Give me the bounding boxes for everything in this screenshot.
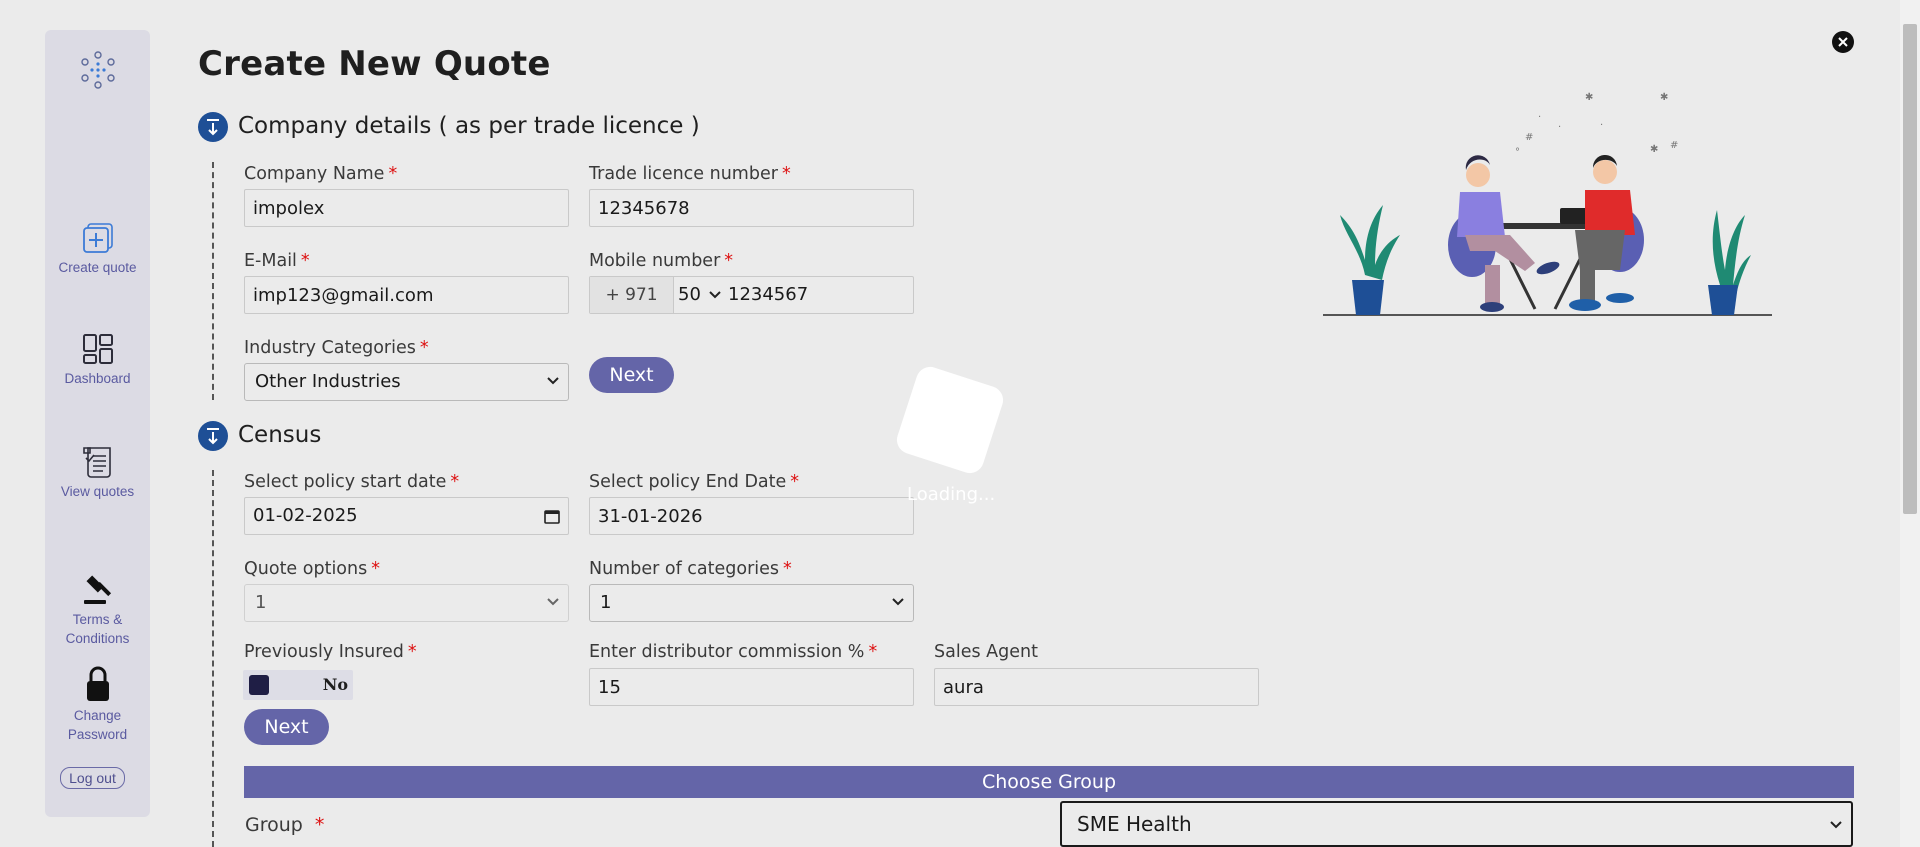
quote-options-select[interactable]: 1 xyxy=(244,584,569,622)
mobile-label: Mobile number * xyxy=(589,251,734,271)
svg-text:·: · xyxy=(1558,122,1561,133)
company-name-label: Company Name * xyxy=(244,164,398,184)
svg-text:✱: ✱ xyxy=(1660,92,1668,103)
commission-input[interactable] xyxy=(589,668,914,706)
sidebar: Create quote Dashboard View quotes Terms… xyxy=(45,30,150,817)
sales-agent-input[interactable] xyxy=(934,668,1259,706)
group-select[interactable]: SME Health xyxy=(1060,801,1853,847)
email-label: E-Mail * xyxy=(244,251,310,271)
sales-agent-label: Sales Agent xyxy=(934,642,1038,662)
svg-text:✱: ✱ xyxy=(1585,92,1593,103)
chevron-down-icon xyxy=(547,598,559,606)
section-divider xyxy=(212,162,214,400)
previously-insured-toggle[interactable]: No xyxy=(243,670,353,700)
sidebar-item-label: View quotes xyxy=(60,484,135,499)
sidebar-item-view-quotes[interactable]: View quotes xyxy=(45,444,150,501)
start-date-input[interactable]: 01-02-2025 xyxy=(244,497,569,535)
country-code: + 971 xyxy=(590,277,674,313)
svg-text:°: ° xyxy=(1515,147,1520,158)
quote-options-label: Quote options * xyxy=(244,559,380,579)
census-section-title: Census xyxy=(238,422,322,448)
chevron-down-icon xyxy=(1830,821,1842,829)
sidebar-item-label: Terms & Conditions xyxy=(65,612,130,646)
lock-icon xyxy=(86,666,109,701)
mobile-number-input[interactable]: 1234567 xyxy=(728,277,808,313)
sidebar-item-label: Change Password xyxy=(67,708,128,742)
mobile-prefix-select[interactable]: 50 xyxy=(678,277,721,313)
scrollbar-thumb[interactable] xyxy=(1903,24,1917,514)
census-next-button[interactable]: Next xyxy=(244,709,329,745)
svg-text:·: · xyxy=(1538,112,1541,123)
company-next-button[interactable]: Next xyxy=(589,357,674,393)
page-title: Create New Quote xyxy=(198,44,551,84)
svg-text:#: # xyxy=(1525,132,1533,143)
dashboard-icon xyxy=(82,334,113,364)
logout-button[interactable]: Log out xyxy=(60,767,125,789)
trade-licence-input[interactable] xyxy=(589,189,914,227)
loading-text: Loading... xyxy=(907,484,996,505)
trade-licence-label: Trade licence number * xyxy=(589,164,791,184)
view-quotes-icon xyxy=(82,447,111,478)
chevron-down-icon xyxy=(547,377,559,385)
num-categories-label: Number of categories * xyxy=(589,559,792,579)
company-name-input[interactable] xyxy=(244,189,569,227)
section-divider xyxy=(212,470,214,847)
mobile-field: + 971 50 1234567 xyxy=(589,276,914,314)
group-label: Group * xyxy=(245,814,325,836)
step-download-icon xyxy=(198,421,228,451)
previously-insured-label: Previously Insured * xyxy=(244,642,417,662)
toggle-knob xyxy=(249,675,269,695)
loading-spinner xyxy=(893,363,1007,477)
num-categories-select[interactable]: 1 xyxy=(589,584,914,622)
close-icon xyxy=(1838,37,1848,47)
svg-text:#: # xyxy=(1670,140,1678,151)
start-date-label: Select policy start date * xyxy=(244,472,460,492)
create-quote-icon xyxy=(82,223,113,253)
svg-text:·: · xyxy=(1600,120,1603,131)
sidebar-item-dashboard[interactable]: Dashboard xyxy=(45,333,150,388)
app-logo-icon xyxy=(81,51,115,89)
meeting-illustration: ✱ ✱ · · # ✱ # ° · xyxy=(1323,92,1772,316)
email-input[interactable] xyxy=(244,276,569,314)
choose-group-bar: Choose Group xyxy=(244,766,1854,798)
sidebar-item-create-quote[interactable]: Create quote xyxy=(45,222,150,277)
step-download-icon xyxy=(198,112,228,142)
commission-label: Enter distributor commission % * xyxy=(589,642,878,662)
page-scrollbar[interactable] xyxy=(1900,0,1920,847)
sidebar-item-label: Create quote xyxy=(58,260,137,275)
svg-text:✱: ✱ xyxy=(1650,144,1658,155)
end-date-input[interactable] xyxy=(589,497,914,535)
sidebar-item-change-password[interactable]: Change Password xyxy=(45,666,150,744)
sidebar-item-label: Dashboard xyxy=(64,371,131,386)
industry-label: Industry Categories * xyxy=(244,338,429,358)
close-button[interactable] xyxy=(1832,31,1854,53)
end-date-label: Select policy End Date * xyxy=(589,472,800,492)
gavel-icon xyxy=(83,575,111,604)
chevron-down-icon xyxy=(708,291,721,299)
industry-select[interactable]: Other Industries xyxy=(244,363,569,401)
toggle-text: No xyxy=(322,675,348,694)
company-section-title: Company details ( as per trade licence ) xyxy=(238,113,700,139)
calendar-icon[interactable] xyxy=(544,508,560,524)
sidebar-item-terms[interactable]: Terms & Conditions xyxy=(45,574,150,648)
chevron-down-icon xyxy=(892,598,904,606)
